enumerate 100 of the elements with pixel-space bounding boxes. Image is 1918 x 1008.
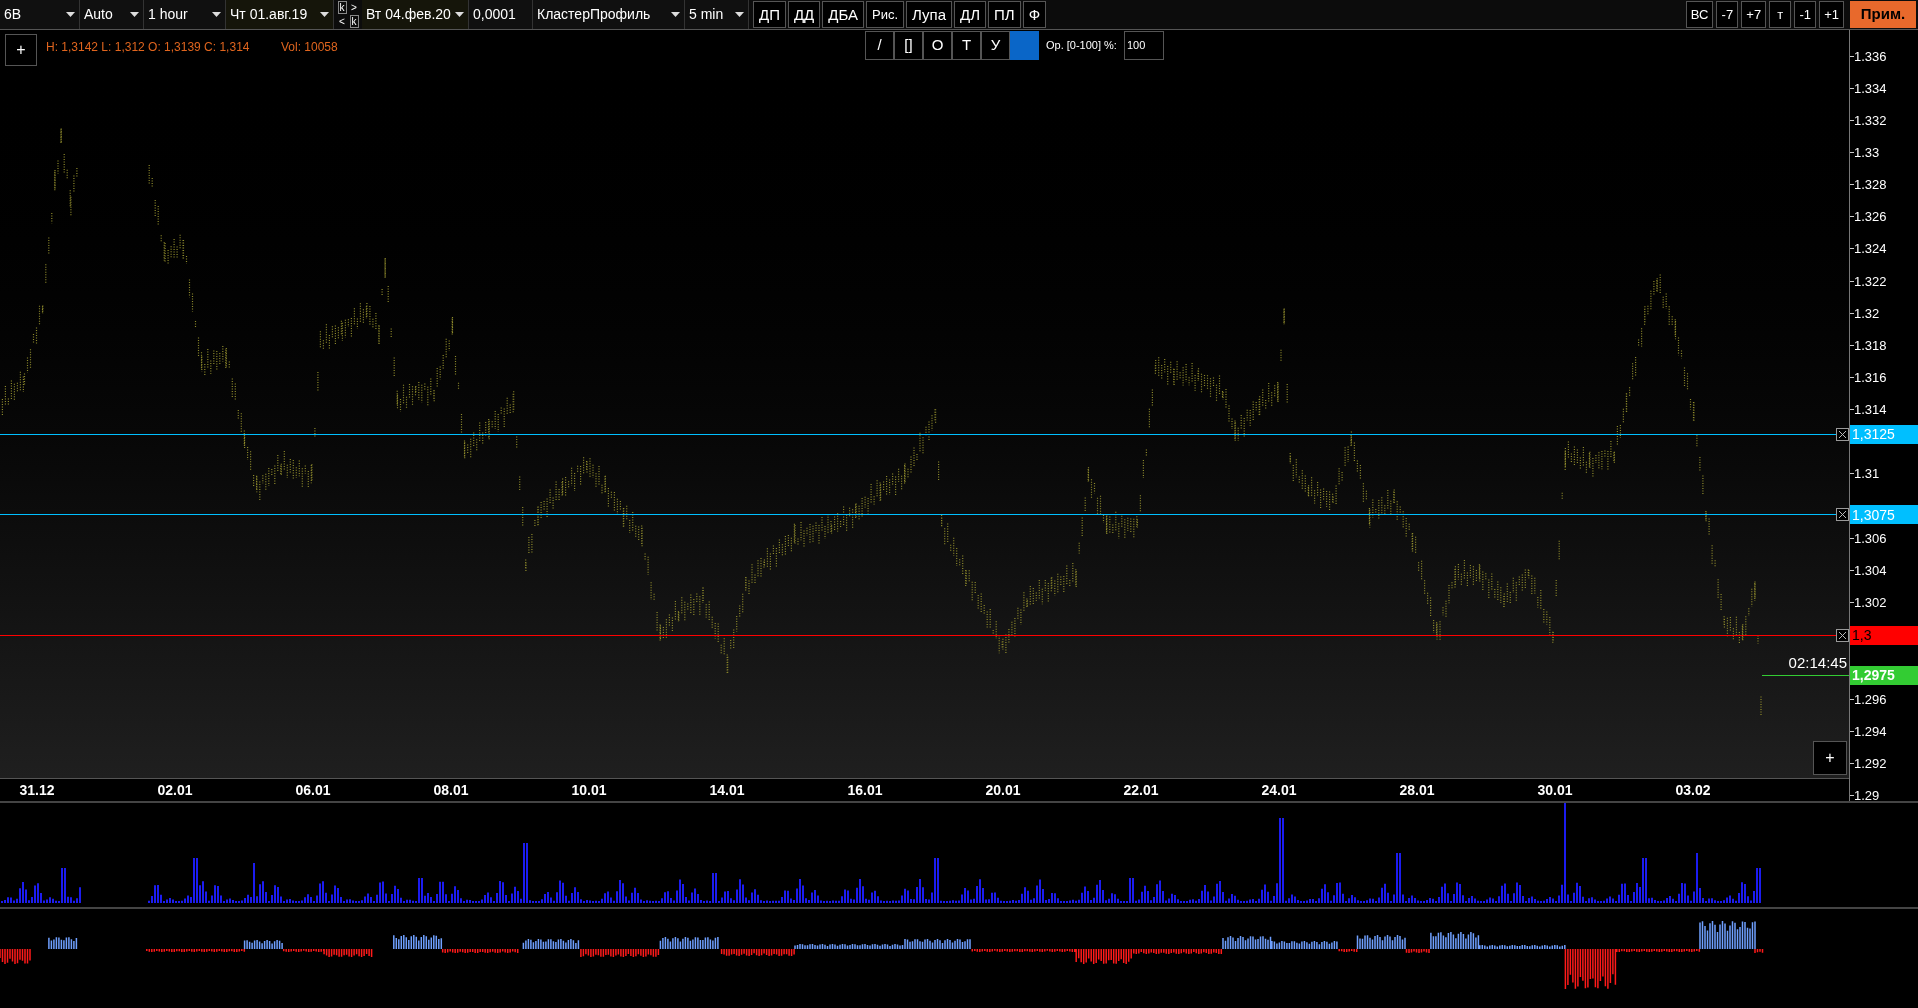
tick-mark (1850, 312, 1854, 314)
toolbar-button[interactable]: т (1769, 1, 1792, 28)
caret-icon (671, 11, 680, 18)
remove-level-button[interactable] (1836, 427, 1849, 441)
opacity-field[interactable]: 100 (1123, 31, 1164, 60)
close-icon (1838, 429, 1847, 439)
dropdown[interactable]: КластерПрофиль (533, 0, 685, 29)
toolbar-button[interactable]: Лупа (906, 1, 952, 28)
date-label: 10.01 (571, 783, 607, 797)
axis-label: 1.302 (1854, 596, 1887, 610)
caret-icon (455, 11, 464, 18)
axis-label: 1.306 (1854, 531, 1887, 545)
drawing-tool-button[interactable]: О (923, 31, 952, 60)
tick-mark (1850, 730, 1854, 732)
tick-mark (1850, 377, 1854, 378)
tick-mark (1850, 473, 1854, 475)
dropdown[interactable]: 5 min (685, 0, 749, 29)
tick-mark (1850, 280, 1854, 282)
date-label: 14.01 (709, 783, 745, 797)
tick-mark (1850, 184, 1854, 186)
arrow-button[interactable]: < (339, 16, 345, 28)
dropdown[interactable]: 1 hour (144, 0, 226, 29)
price-level-label: 1,2975 (1850, 665, 1918, 685)
toolbar-button[interactable]: ДД (787, 1, 821, 28)
date-label: 30.01 (1537, 783, 1573, 797)
tick-mark (1850, 119, 1854, 121)
tick-mark (1850, 762, 1854, 764)
add-button[interactable]: + (1813, 741, 1847, 775)
date-label: 20.01 (985, 783, 1021, 797)
axis-label: 1.314 (1854, 403, 1887, 417)
close-icon (1838, 630, 1847, 640)
date-label: 24.01 (1261, 783, 1297, 797)
add-button[interactable]: + (5, 34, 37, 66)
axis-label: 1.32 (1854, 306, 1880, 320)
tick-mark (1850, 151, 1854, 153)
axis-label: 1.29 (1854, 788, 1880, 802)
toolbar-button[interactable]: ПЛ (988, 1, 1021, 28)
date-label: 28.01 (1399, 783, 1435, 797)
tick-mark (1850, 794, 1854, 796)
axis-label: 1.31 (1854, 467, 1880, 481)
apply-button[interactable]: Прим. (1850, 1, 1916, 28)
toolbar-button[interactable]: Рис. (865, 1, 904, 28)
axis-label: 1.322 (1854, 274, 1887, 288)
caret-icon (66, 11, 75, 18)
axis-label: 1.326 (1854, 210, 1887, 224)
toolbar-button[interactable]: ВС (1685, 1, 1714, 28)
tick-mark (1850, 87, 1854, 89)
toolbar-button[interactable]: +1 (1819, 1, 1844, 28)
dropdown[interactable]: 6B (0, 0, 80, 29)
date-label: 08.01 (433, 783, 469, 797)
remove-level-button[interactable] (1836, 508, 1849, 522)
tick-mark (1850, 569, 1854, 571)
toolbar-button[interactable]: ДЛ (954, 1, 986, 28)
axis-label: 1.334 (1854, 81, 1887, 95)
dropdown[interactable]: Вт 04.фев.20 (362, 0, 469, 29)
caret-icon (735, 11, 744, 18)
toolbar-button[interactable]: ДБА (822, 1, 864, 28)
nav-button[interactable]: k (349, 15, 359, 29)
tick-mark (1850, 248, 1854, 250)
axis-label: 1.336 (1854, 49, 1887, 63)
nav-button[interactable]: k (337, 0, 347, 14)
tick-mark (1850, 602, 1854, 604)
color-swatch[interactable] (1010, 31, 1039, 60)
toolbar-button[interactable]: ДП (753, 1, 786, 28)
toolbar-button[interactable]: +7 (1741, 1, 1767, 28)
axis-label: 1.296 (1854, 692, 1887, 706)
drawing-tool-button[interactable]: / (865, 31, 894, 60)
input-field[interactable]: 0,0001 (469, 0, 533, 29)
caret-icon (130, 11, 139, 18)
drawing-tool-button[interactable]: [] (894, 31, 923, 60)
countdown-timer: 02:14:45 (1788, 654, 1847, 670)
toolbar-button[interactable]: Ф (1022, 1, 1047, 28)
toolbar-button[interactable]: -1 (1794, 1, 1817, 28)
volume-readout: Vol: 10058 (281, 39, 338, 56)
toolbar-button[interactable]: -7 (1716, 1, 1739, 28)
axis-label: 1.292 (1854, 756, 1887, 770)
drawing-tool-button[interactable]: Т (952, 31, 981, 60)
axis-label: 1.304 (1854, 563, 1887, 577)
tick-mark (1850, 409, 1854, 411)
tick-mark (1850, 344, 1854, 346)
axis-label: 1.328 (1854, 178, 1887, 192)
close-icon (1838, 510, 1847, 520)
tick-mark (1850, 537, 1854, 539)
axis-label: 1.33 (1854, 145, 1880, 159)
opacity-label: Ор. [0-100] %: (1045, 38, 1118, 54)
axis-label: 1.324 (1854, 242, 1887, 256)
date-label: 31.12 (19, 783, 55, 797)
axis-label: 1.332 (1854, 113, 1887, 127)
price-level-label: 1,3125 (1850, 424, 1918, 444)
ohlc-readout: H: 1,3142 L: 1,312 O: 1,3139 C: 1,314 (46, 39, 250, 56)
drawing-tool-button[interactable]: У (981, 31, 1010, 60)
date-label: 16.01 (847, 783, 883, 797)
date-label: 02.01 (157, 783, 193, 797)
remove-level-button[interactable] (1836, 628, 1849, 642)
dropdown[interactable]: Auto (80, 0, 144, 29)
axis-label: 1.318 (1854, 338, 1887, 352)
arrow-button[interactable]: > (351, 1, 357, 13)
date-label: 03.02 (1675, 783, 1711, 797)
tick-mark (1850, 216, 1854, 218)
dropdown[interactable]: Чт 01.авг.19 (226, 0, 334, 29)
